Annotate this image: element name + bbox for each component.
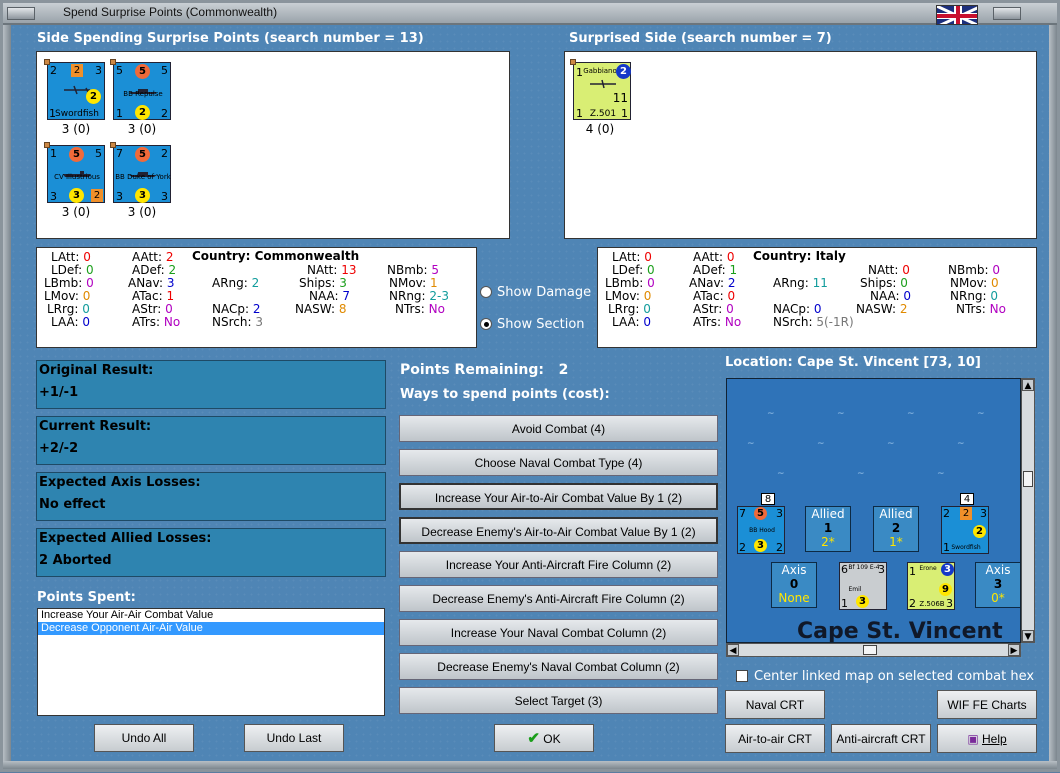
help-button[interactable]: ▣ Help xyxy=(937,724,1037,753)
spending-units-panel: 2 2 3 2 1 Swordfish 3 (0) 5 5 5 BB Repul… xyxy=(36,51,510,239)
map-vertical-scrollbar[interactable]: ▲ ▼ xyxy=(1021,378,1035,643)
scroll-left-icon[interactable]: ◀ xyxy=(727,644,739,656)
unit-name: Gabbiano xyxy=(583,67,617,75)
list-item[interactable]: Decrease Opponent Air-Air Value xyxy=(38,622,384,635)
checkmark-icon: ✔ xyxy=(527,730,540,747)
air-to-air-crt-button[interactable]: Air-to-air CRT xyxy=(725,724,825,753)
stats-commonwealth: LAtt: 0 AAtt: 2 Country: Commonwealth LD… xyxy=(36,247,477,348)
points-remaining-value: 2 xyxy=(558,362,569,378)
unit-counter-bb-duke-of-york[interactable]: 7 5 2 BB Duke of York 3 3 3 xyxy=(110,142,171,203)
unit-counter-cv-illustrious[interactable]: 1 5 5 CV Illustrious 3 3 2 xyxy=(44,142,105,203)
unit-subtype: Emil xyxy=(848,586,862,593)
points-remaining: Points Remaining: 2 xyxy=(400,362,569,378)
unit-counter-swordfish[interactable]: 2 2 3 2 1 Swordfish xyxy=(44,59,105,120)
checkbox-icon[interactable] xyxy=(736,670,748,682)
help-book-icon: ▣ xyxy=(967,732,979,746)
unit-name: Swordfish xyxy=(951,544,981,551)
axis-box-0: Axis 0 None xyxy=(771,562,817,608)
spending-side-header: Side Spending Surprise Points (search nu… xyxy=(37,31,424,46)
unit-caption: 3 (0) xyxy=(61,205,91,219)
stats-italy: LAtt: 0 AAtt: 0 Country: Italy LDef: 0 A… xyxy=(597,247,1037,348)
unit-caption: 3 (0) xyxy=(61,122,91,136)
title-bar[interactable]: Spend Surprise Points (Commonwealth) xyxy=(3,3,1057,25)
select-target-button[interactable]: Select Target (3) xyxy=(399,687,718,714)
current-result-box: Current Result: +2/-2 xyxy=(36,416,386,465)
scroll-right-icon[interactable]: ▶ xyxy=(1008,644,1020,656)
frame-right xyxy=(1049,25,1057,765)
points-spent-label: Points Spent: xyxy=(37,590,136,605)
scroll-down-icon[interactable]: ▼ xyxy=(1022,630,1034,642)
location-label: Location: Cape St. Vincent [73, 10] xyxy=(725,355,981,370)
country-label: Country: Commonwealth xyxy=(192,249,360,263)
increase-air-to-air-button[interactable]: Increase Your Air-to-Air Combat Value By… xyxy=(399,483,718,510)
system-menu-icon[interactable] xyxy=(7,7,35,20)
combat-map[interactable]: ~ ~ ~ ~ ~ ~ ~ ~ ~ ~ ~ 8 7 5 3 BB Hood 2 … xyxy=(726,378,1021,643)
ways-to-spend-label: Ways to spend points (cost): xyxy=(400,387,610,402)
undo-all-button[interactable]: Undo All xyxy=(94,724,194,752)
anti-aircraft-crt-button[interactable]: Anti-aircraft CRT xyxy=(831,724,931,753)
surprised-side-header: Surprised Side (search number = 7) xyxy=(569,31,832,46)
expected-axis-losses-box: Expected Axis Losses: No effect xyxy=(36,472,386,521)
original-result-box: Original Result: +1/-1 xyxy=(36,360,386,409)
axis-box-3: Axis 3 0* xyxy=(975,562,1020,608)
unit-name: BB Hood xyxy=(749,527,775,534)
show-section-radio[interactable]: Show Section xyxy=(480,317,585,332)
points-spent-list[interactable]: Increase Your Air-Air Combat Value Decre… xyxy=(37,608,385,716)
allied-box-1: Allied 1 2* xyxy=(805,506,851,552)
scroll-up-icon[interactable]: ▲ xyxy=(1022,379,1034,391)
stack-count-left: 8 xyxy=(761,493,775,505)
country-label: Country: Italy xyxy=(753,249,846,263)
naval-crt-button[interactable]: Naval CRT xyxy=(725,690,825,719)
map-unit-erone[interactable]: 1 Erone 3 9 2 Z.506B 3 xyxy=(907,562,955,610)
unit-name: BB Repulse xyxy=(123,90,163,98)
seaplane-icon xyxy=(590,79,616,89)
allied-box-2: Allied 2 1* xyxy=(873,506,919,552)
unit-name: CV Illustrious xyxy=(54,173,100,181)
radio-icon[interactable] xyxy=(480,286,492,298)
increase-naval-combat-button[interactable]: Increase Your Naval Combat Column (2) xyxy=(399,619,718,646)
map-unit-bb-hood[interactable]: 7 5 3 BB Hood 2 3 2 xyxy=(737,506,785,554)
stack-count-right: 4 xyxy=(960,493,974,505)
unit-name: BB Duke of York xyxy=(115,173,171,181)
increase-anti-aircraft-button[interactable]: Increase Your Anti-Aircraft Fire Column … xyxy=(399,551,718,578)
dialog-window: Spend Surprise Points (Commonwealth) Sid… xyxy=(0,0,1060,772)
unit-name: Swordfish xyxy=(55,109,99,119)
unit-counter-bb-repulse[interactable]: 5 5 5 BB Repulse 1 2 2 xyxy=(110,59,171,120)
union-jack-flag-icon xyxy=(936,5,978,25)
radio-selected-icon[interactable] xyxy=(480,318,492,330)
wif-fe-charts-button[interactable]: WIF FE Charts xyxy=(937,690,1037,719)
map-location-name: Cape St. Vincent xyxy=(797,619,1003,643)
corner-marker-icon xyxy=(570,59,576,65)
window-title: Spend Surprise Points (Commonwealth) xyxy=(63,5,278,19)
decrease-enemy-naval-combat-button[interactable]: Decrease Enemy's Naval Combat Column (2) xyxy=(399,653,718,680)
surprised-units-panel: 1 Gabbiano 2 11 1 Z.501 1 4 (0) xyxy=(564,51,1037,239)
expected-allied-losses-box: Expected Allied Losses: 2 Aborted xyxy=(36,528,386,577)
decrease-enemy-air-to-air-button[interactable]: Decrease Enemy's Air-to-Air Combat Value… xyxy=(399,517,718,544)
frame-left xyxy=(3,25,11,765)
center-map-checkbox[interactable]: Center linked map on selected combat hex xyxy=(736,669,1034,684)
unit-caption: 3 (0) xyxy=(127,205,157,219)
decrease-enemy-anti-aircraft-button[interactable]: Decrease Enemy's Anti-Aircraft Fire Colu… xyxy=(399,585,718,612)
map-unit-bf109[interactable]: 6 Bf 109 E-4 3 Emil 1 3 xyxy=(839,562,887,610)
unit-caption: 4 (0) xyxy=(585,122,615,136)
show-damage-radio[interactable]: Show Damage xyxy=(480,285,591,300)
undo-last-button[interactable]: Undo Last xyxy=(244,724,344,752)
list-item[interactable]: Increase Your Air-Air Combat Value xyxy=(38,609,384,622)
scroll-thumb[interactable] xyxy=(863,645,877,655)
map-horizontal-scrollbar[interactable]: ◀ ▶ xyxy=(726,643,1021,657)
unit-caption: 3 (0) xyxy=(127,122,157,136)
choose-naval-combat-type-button[interactable]: Choose Naval Combat Type (4) xyxy=(399,449,718,476)
avoid-combat-button[interactable]: Avoid Combat (4) xyxy=(399,415,718,442)
ok-button[interactable]: ✔ OK xyxy=(494,724,594,752)
scroll-thumb[interactable] xyxy=(1023,471,1033,487)
window-grip-icon[interactable] xyxy=(993,7,1021,20)
map-unit-swordfish[interactable]: 2 2 3 2 1 Swordfish xyxy=(941,506,989,554)
unit-counter-gabbiano[interactable]: 1 Gabbiano 2 11 1 Z.501 1 xyxy=(570,59,631,120)
